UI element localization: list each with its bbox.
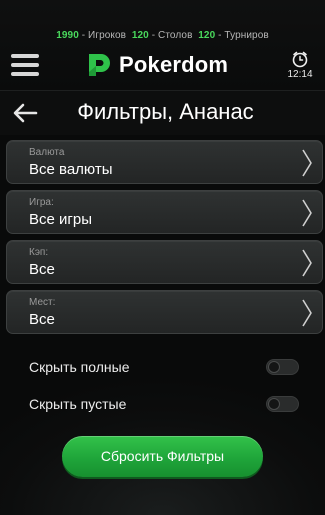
tournaments-count: 120: [198, 30, 216, 41]
toggle-knob: [268, 398, 280, 410]
tables-count: 120: [131, 30, 149, 41]
hide-full-toggle[interactable]: [266, 359, 299, 375]
clock-button[interactable]: 12:14: [285, 50, 315, 80]
page-title: Фильтры, Ананас: [77, 99, 254, 124]
hide-empty-label: Скрыть пустые: [29, 396, 127, 412]
title-bar: Фильтры, Ананас: [0, 90, 325, 135]
toggle-row-hide-empty: Скрыть пустые: [0, 393, 325, 417]
menu-bar: [11, 54, 39, 58]
filter-value: Все: [29, 311, 55, 328]
online-stats: 1990 - Игроков 120 - Столов 120 - Турнир…: [0, 30, 325, 41]
menu-bar: [11, 63, 39, 67]
chevron-right-icon: [302, 149, 312, 177]
filter-label: Валюта: [29, 147, 65, 158]
chevron-right-icon: [302, 249, 312, 277]
chevron-right-icon: [302, 299, 312, 327]
tournaments-label: - Турниров: [215, 30, 269, 41]
filter-label: Игра:: [29, 197, 54, 208]
filter-seats[interactable]: Мест: Все: [6, 290, 323, 334]
reset-filters-button[interactable]: Сбросить Фильтры: [62, 436, 263, 477]
toggle-row-hide-full: Скрыть полные: [0, 356, 325, 380]
app-screen: 1990 - Игроков 120 - Столов 120 - Турнир…: [0, 0, 325, 515]
clock-time: 12:14: [287, 69, 313, 80]
filter-game[interactable]: Игра: Все игры: [6, 190, 323, 234]
tables-label: - Столов: [148, 30, 193, 41]
pokerdom-logo-icon: [89, 54, 110, 76]
filter-label: Кэп:: [29, 247, 49, 258]
filter-value: Все валюты: [29, 161, 113, 178]
brand-name: Pokerdom: [119, 52, 229, 77]
menu-bar: [11, 72, 39, 76]
filter-cap[interactable]: Кэп: Все: [6, 240, 323, 284]
toggle-knob: [268, 361, 280, 373]
header: 1990 - Игроков 120 - Столов 120 - Турнир…: [0, 0, 325, 90]
chevron-right-icon: [302, 199, 312, 227]
hide-empty-toggle[interactable]: [266, 396, 299, 412]
filter-list: Валюта Все валюты Игра: Все игры Кэп: Вс…: [6, 140, 323, 340]
filter-value: Все: [29, 261, 55, 278]
alarm-clock-icon: [292, 51, 308, 68]
hamburger-menu-icon[interactable]: [11, 52, 39, 78]
hide-full-label: Скрыть полные: [29, 359, 130, 375]
players-count: 1990: [56, 30, 79, 41]
filter-currency[interactable]: Валюта Все валюты: [6, 140, 323, 184]
brand-logo[interactable]: Pokerdom: [86, 51, 228, 79]
filter-label: Мест:: [29, 297, 56, 308]
players-label: - Игроков: [78, 30, 127, 41]
filter-value: Все игры: [29, 211, 92, 228]
